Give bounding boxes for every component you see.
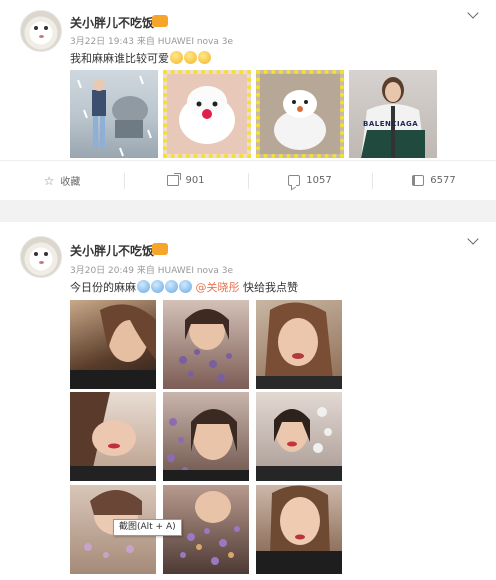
like-count: 6577	[430, 175, 456, 186]
vip-badge-icon	[152, 243, 168, 255]
post-text: 今日份的麻麻 @关晓彤 快给我点赞	[70, 279, 298, 295]
grid-image[interactable]	[163, 392, 249, 481]
post-image[interactable]	[256, 70, 344, 158]
snowman-graphic	[260, 74, 340, 154]
laugh-emoji-icon	[184, 51, 197, 64]
thumbs-up-icon	[412, 175, 425, 186]
post-source: 来自 HUAWEI nova 3e	[136, 266, 234, 276]
figure-graphic	[77, 75, 152, 157]
grid-image[interactable]	[163, 300, 249, 389]
portrait-graphic	[70, 304, 156, 389]
image-sign-text: BALENCIAGA	[363, 120, 419, 128]
repost-button[interactable]: 901	[124, 161, 248, 200]
post-text-tail: 快给我点赞	[239, 281, 298, 294]
chevron-down-icon[interactable]	[466, 8, 480, 22]
emoji-icon	[179, 280, 192, 293]
portrait-graphic	[256, 302, 342, 389]
post-text-content: 今日份的麻麻	[70, 281, 136, 294]
post-image[interactable]	[70, 70, 158, 158]
grid-image[interactable]	[256, 300, 342, 389]
comment-icon	[288, 175, 301, 186]
post-meta: 3月22日 19:43 来自 HUAWEI nova 3e	[70, 34, 233, 47]
woman-graphic	[361, 77, 425, 158]
like-button[interactable]: 6577	[372, 161, 496, 200]
vip-badge-icon	[152, 15, 168, 27]
portrait-graphic	[256, 485, 342, 574]
laugh-emoji-icon	[198, 51, 211, 64]
portrait-graphic	[256, 407, 342, 481]
laugh-emoji-icon	[170, 51, 183, 64]
screenshot-tooltip: 截图(Alt + A)	[113, 519, 182, 536]
grid-image[interactable]	[256, 392, 342, 481]
grid-image[interactable]	[70, 392, 156, 481]
post-timestamp[interactable]: 3月22日 19:43	[70, 37, 134, 47]
portrait-graphic	[179, 309, 232, 382]
post-source: 来自 HUAWEI nova 3e	[136, 37, 234, 47]
favorite-label: 收藏	[60, 177, 81, 188]
avatar[interactable]	[20, 10, 62, 52]
grid-image[interactable]	[70, 300, 156, 389]
action-bar: ☆ 收藏 901 1057 6577	[0, 160, 496, 200]
post-image[interactable]	[163, 70, 251, 158]
emoji-icon	[165, 280, 178, 293]
post-text: 我和麻麻谁比较可爱	[70, 50, 211, 66]
post-text-content: 我和麻麻谁比较可爱	[70, 52, 169, 65]
comment-count: 1057	[306, 175, 332, 186]
favorite-button[interactable]: ☆ 收藏	[0, 161, 124, 200]
emoji-icon	[151, 280, 164, 293]
emoji-icon	[137, 280, 150, 293]
repost-icon	[167, 173, 182, 186]
weibo-post: 关小胖儿不吃饭 3月22日 19:43 来自 HUAWEI nova 3e 我和…	[0, 0, 496, 200]
chevron-down-icon[interactable]	[466, 234, 480, 248]
mention-link[interactable]: @关晓彤	[196, 281, 240, 294]
post-meta: 3月20日 20:49 来自 HUAWEI nova 3e	[70, 263, 233, 276]
avatar[interactable]	[20, 236, 62, 278]
star-icon: ☆	[43, 173, 55, 188]
user-name[interactable]: 关小胖儿不吃饭	[70, 242, 154, 259]
user-name[interactable]: 关小胖儿不吃饭	[70, 14, 154, 31]
repost-count: 901	[185, 175, 205, 186]
portrait-graphic	[163, 409, 249, 481]
post-timestamp[interactable]: 3月20日 20:49	[70, 266, 134, 276]
post-image[interactable]: BALENCIAGA	[349, 70, 437, 158]
weibo-post: 关小胖儿不吃饭 3月20日 20:49 来自 HUAWEI nova 3e 今日…	[0, 222, 496, 580]
dog-graphic	[167, 74, 247, 154]
portrait-graphic	[70, 392, 156, 481]
comment-button[interactable]: 1057	[248, 161, 372, 200]
grid-image[interactable]	[256, 485, 342, 574]
